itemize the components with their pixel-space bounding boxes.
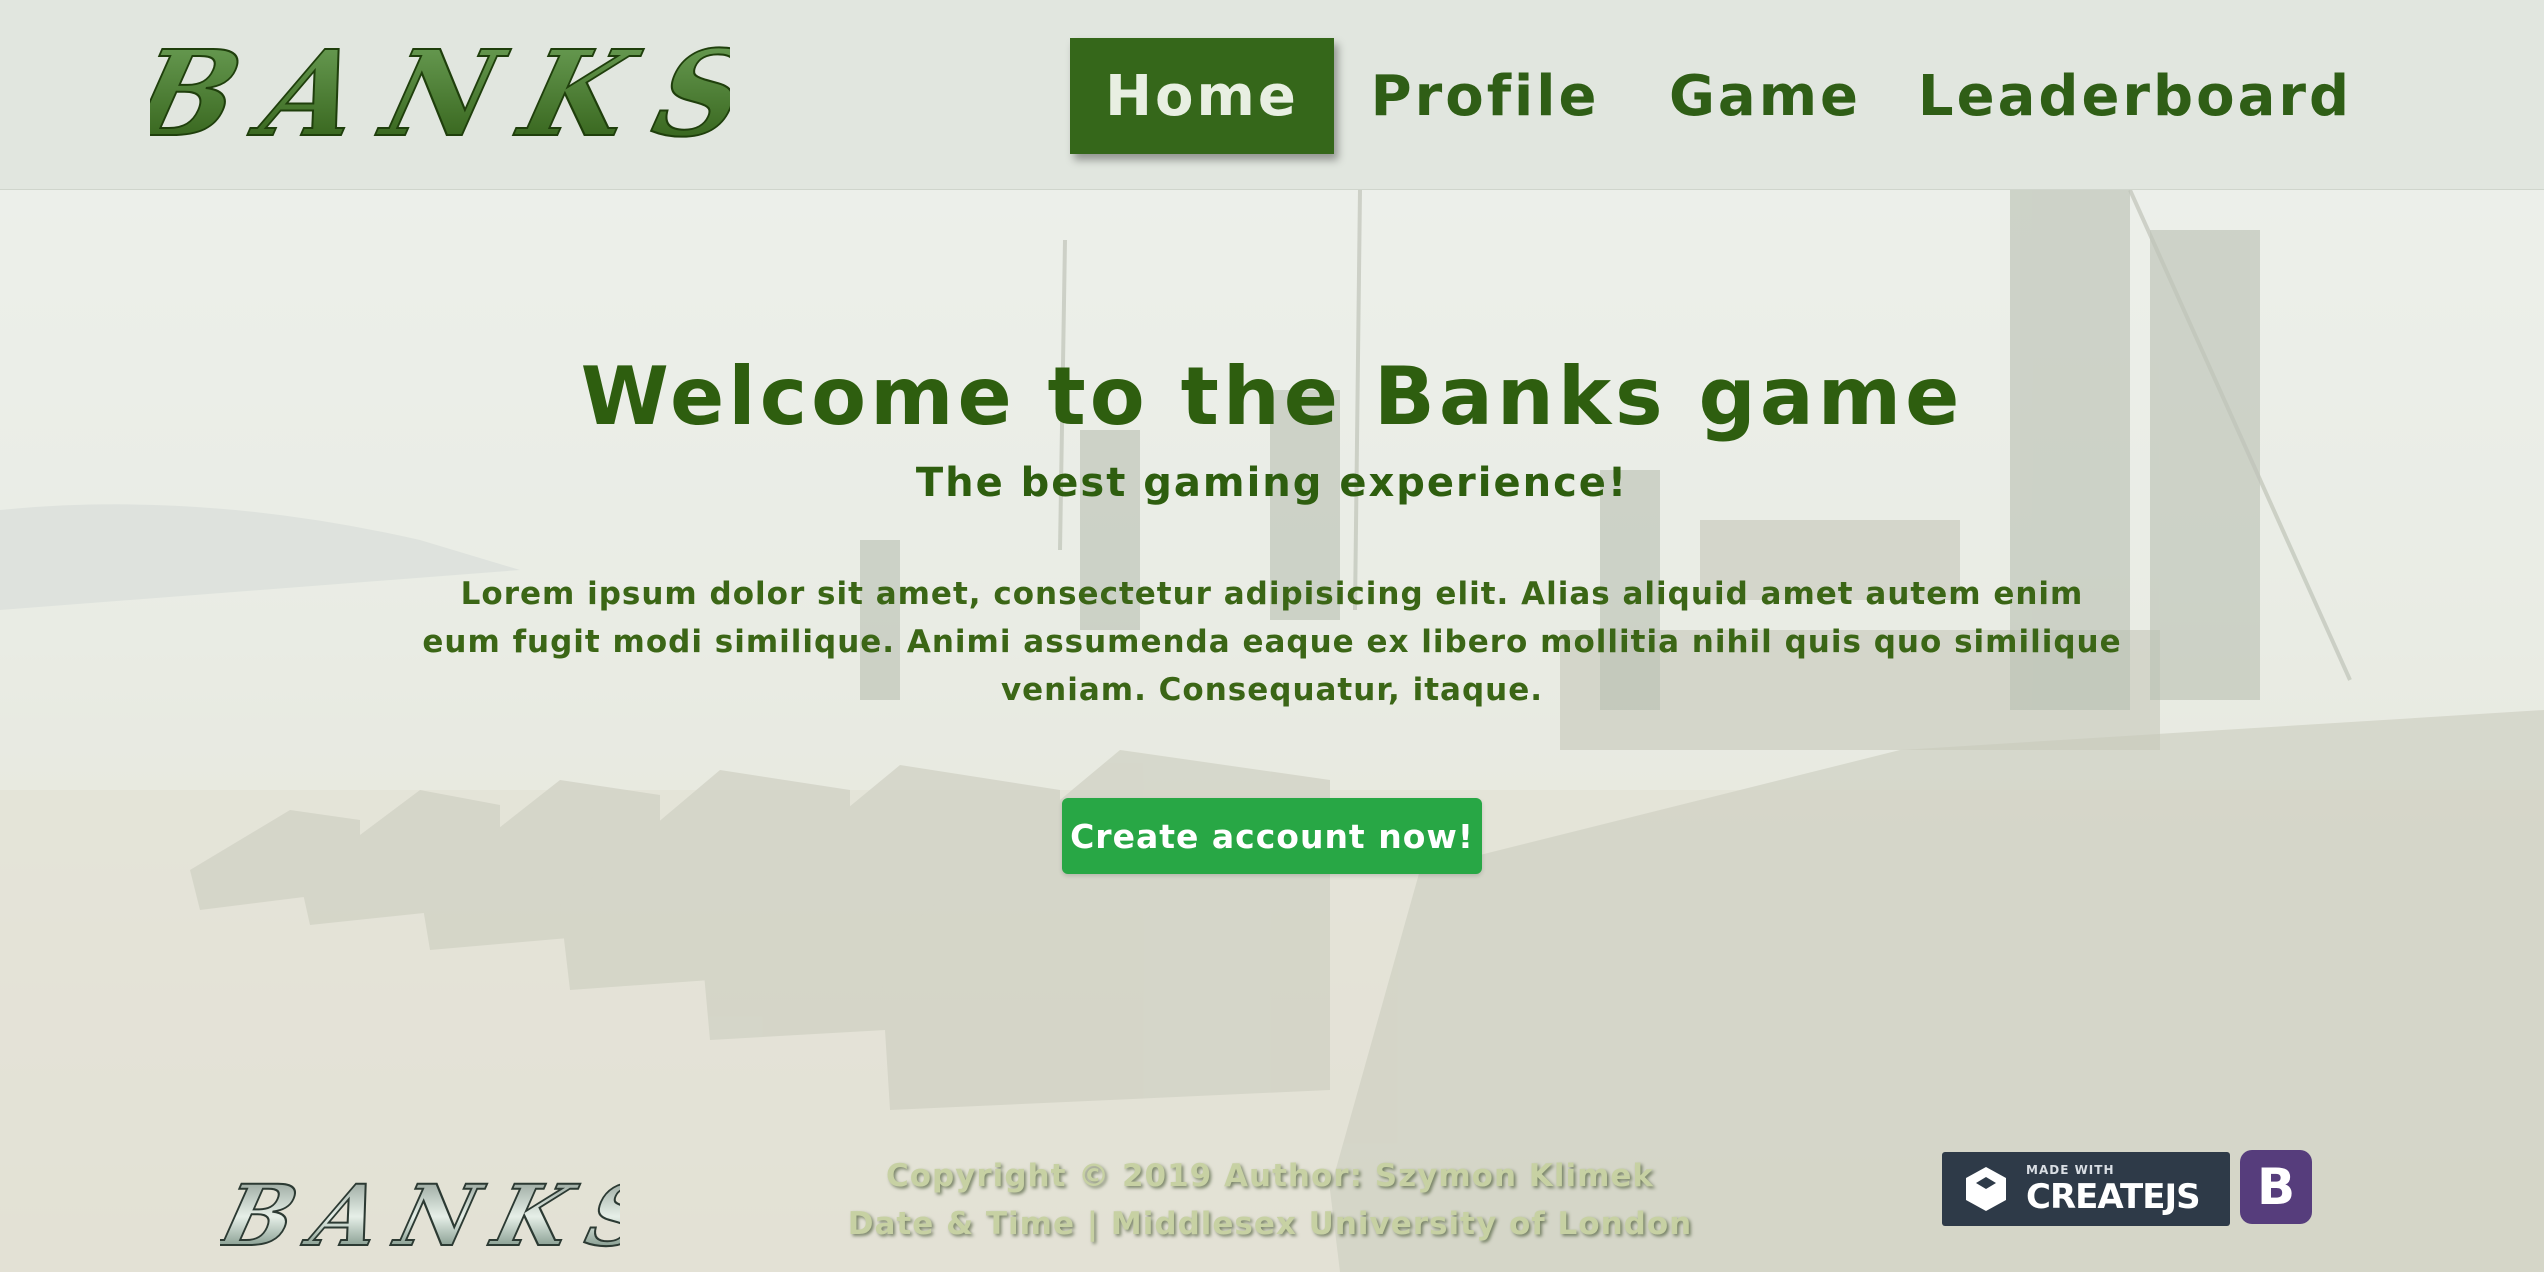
navbar: BANKS Home Profile Game Leaderboard <box>0 0 2544 190</box>
createjs-badge[interactable]: MADE WITH CREATEJS <box>1942 1152 2230 1226</box>
footer-logo-text: BANKS <box>220 1167 620 1265</box>
createjs-label: MADE WITH CREATEJS <box>2026 1163 2201 1217</box>
hero-section: Welcome to the Banks game The best gamin… <box>0 190 2544 1272</box>
createjs-name: CREATEJS <box>2026 1177 2201 1217</box>
nav-game[interactable]: Game <box>1650 38 1880 154</box>
create-account-button[interactable]: Create account now! <box>1062 798 1482 874</box>
bootstrap-icon[interactable]: B <box>2240 1150 2312 1224</box>
nav-home[interactable]: Home <box>1070 38 1334 154</box>
nav-profile[interactable]: Profile <box>1370 38 1600 154</box>
hero-subtitle: The best gaming experience! <box>915 460 1629 506</box>
createjs-made-with: MADE WITH <box>2026 1163 2115 1177</box>
createjs-cube-icon <box>1966 1167 2006 1211</box>
hero-content: Welcome to the Banks game The best gamin… <box>0 190 2544 1272</box>
hero-title: Welcome to the Banks game <box>580 350 1964 443</box>
footer-copyright: Copyright © 2019 Author: Szymon Klimek <box>885 1158 1655 1194</box>
footer-info: Date & Time | Middlesex University of Lo… <box>847 1206 1693 1242</box>
footer-logo: BANKS <box>220 1166 620 1265</box>
brand-logo-text: BANKS <box>150 26 730 164</box>
brand-logo[interactable]: BANKS <box>150 10 730 180</box>
hero-description: Lorem ipsum dolor sit amet, consectetur … <box>422 576 2122 708</box>
nav-leaderboard[interactable]: Leaderboard <box>1918 38 2349 154</box>
